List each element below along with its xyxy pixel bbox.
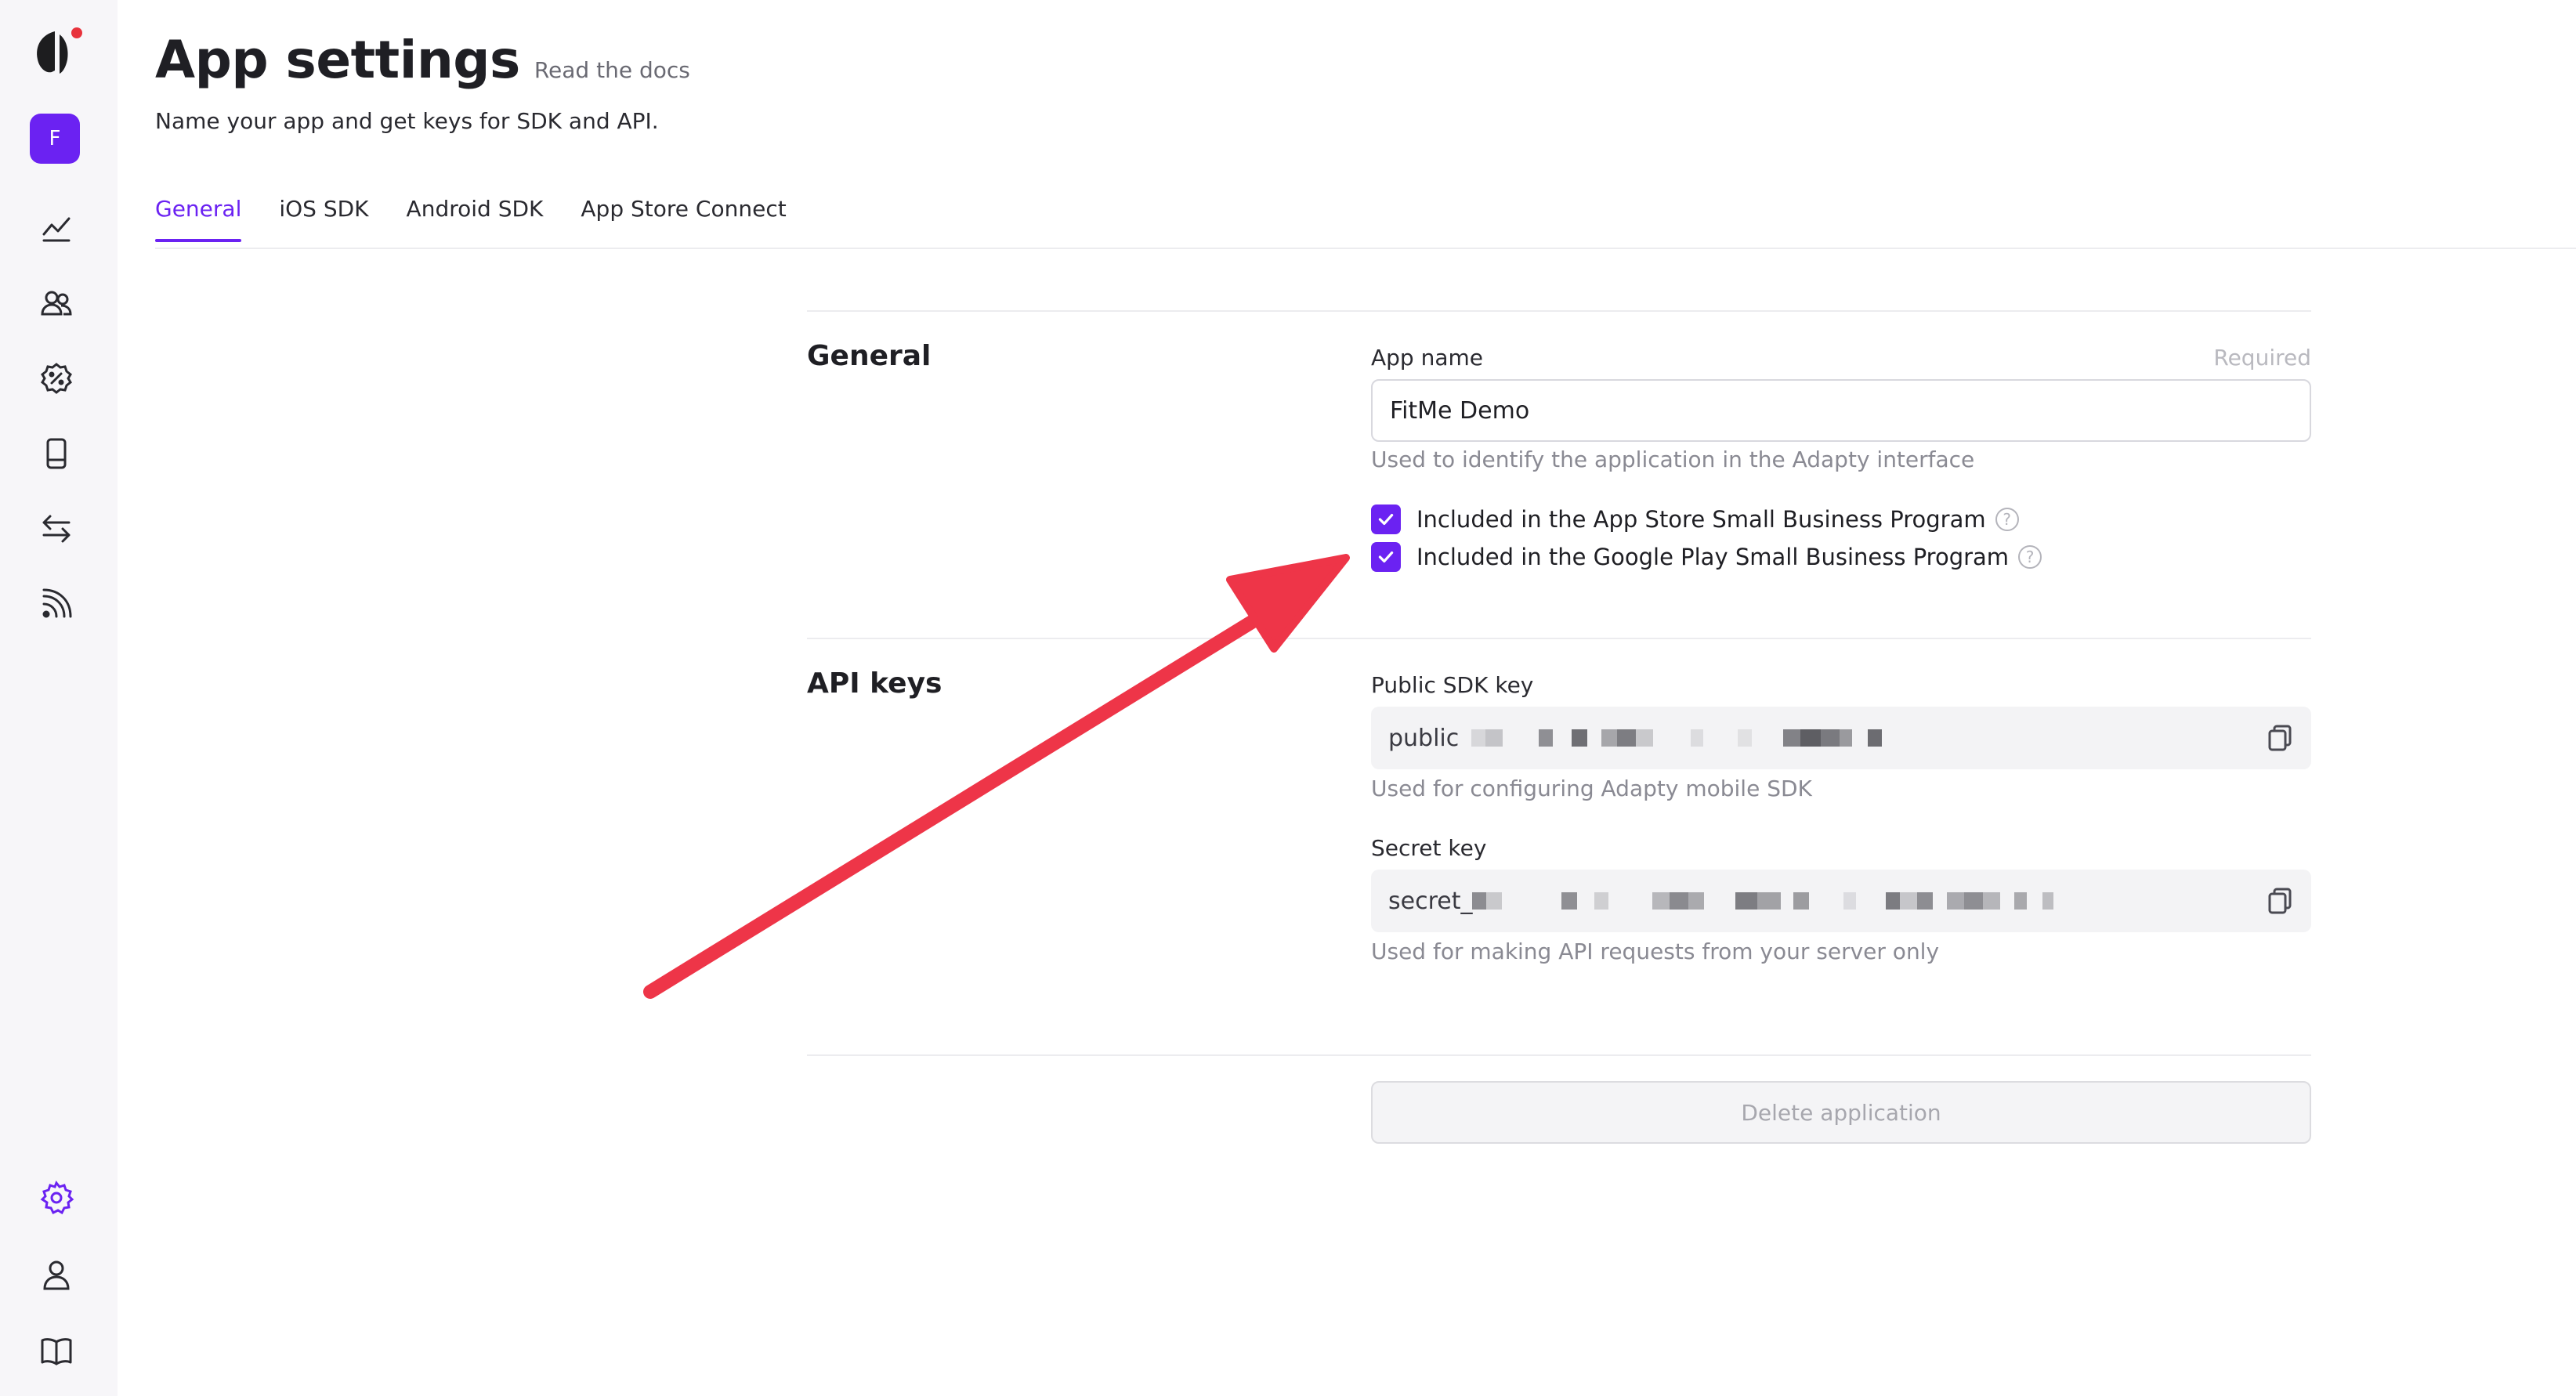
app-name-help: Used to identify the application in the … — [1371, 447, 1975, 472]
page-header: App settings Read the docs — [155, 30, 690, 90]
users-icon[interactable] — [27, 274, 85, 332]
rss-icon[interactable] — [27, 575, 85, 633]
section-divider — [807, 1054, 2311, 1056]
copy-icon[interactable] — [2264, 722, 2296, 754]
app-store-sbp-checkbox[interactable] — [1371, 505, 1401, 534]
page-title: App settings — [155, 30, 520, 90]
workspace-avatar[interactable]: F — [30, 114, 80, 164]
settings-gear-icon[interactable] — [27, 1169, 85, 1227]
required-label: Required — [2213, 345, 2311, 371]
settings-tabs: General iOS SDK Android SDK App Store Co… — [155, 196, 787, 242]
google-play-sbp-row: Included in the Google Play Small Busine… — [1371, 542, 2042, 572]
public-key-help: Used for configuring Adapty mobile SDK — [1371, 776, 1812, 801]
app-name-label: App name — [1371, 345, 1484, 371]
read-docs-link[interactable]: Read the docs — [534, 57, 690, 83]
adapty-logo[interactable] — [28, 24, 88, 83]
transfer-icon[interactable] — [27, 500, 85, 558]
secret-key-prefix: secret_ — [1388, 887, 1473, 915]
tab-android-sdk[interactable]: Android SDK — [407, 196, 544, 242]
tab-ios-sdk[interactable]: iOS SDK — [279, 196, 368, 242]
delete-application-button[interactable]: Delete application — [1371, 1081, 2311, 1144]
redacted-key — [1472, 889, 2054, 913]
device-icon[interactable] — [27, 425, 85, 483]
api-keys-section-title: API keys — [807, 667, 942, 700]
tab-general[interactable]: General — [155, 196, 242, 242]
app-store-sbp-label: Included in the App Store Small Business… — [1416, 506, 1986, 533]
discount-icon[interactable] — [27, 349, 85, 407]
secret-key-label: Secret key — [1371, 835, 1487, 861]
section-divider — [807, 638, 2311, 639]
profile-icon[interactable] — [27, 1246, 85, 1304]
sidebar: F — [0, 0, 118, 1396]
copy-icon[interactable] — [2264, 885, 2296, 917]
analytics-icon[interactable] — [27, 199, 85, 257]
public-sdk-key-label: Public SDK key — [1371, 672, 1534, 698]
page-subtitle: Name your app and get keys for SDK and A… — [155, 108, 659, 134]
google-play-sbp-checkbox[interactable] — [1371, 542, 1401, 572]
redacted-key — [1471, 726, 1883, 750]
app-store-sbp-row: Included in the App Store Small Business… — [1371, 505, 2019, 534]
public-sdk-key-field[interactable]: public — [1371, 707, 2311, 769]
public-key-prefix: public — [1388, 724, 1460, 752]
app-name-input[interactable]: FitMe Demo — [1371, 379, 2311, 442]
docs-book-icon[interactable] — [27, 1322, 85, 1380]
help-question-icon[interactable]: ? — [2018, 545, 2042, 569]
general-section-title: General — [807, 340, 932, 372]
google-play-sbp-label: Included in the Google Play Small Busine… — [1416, 544, 2010, 570]
tab-app-store-connect[interactable]: App Store Connect — [581, 196, 786, 242]
secret-key-help: Used for making API requests from your s… — [1371, 939, 1940, 964]
help-question-icon[interactable]: ? — [1995, 508, 2019, 531]
tabs-divider — [155, 248, 2576, 249]
secret-key-field[interactable]: secret_ — [1371, 870, 2311, 932]
section-divider — [807, 310, 2311, 312]
